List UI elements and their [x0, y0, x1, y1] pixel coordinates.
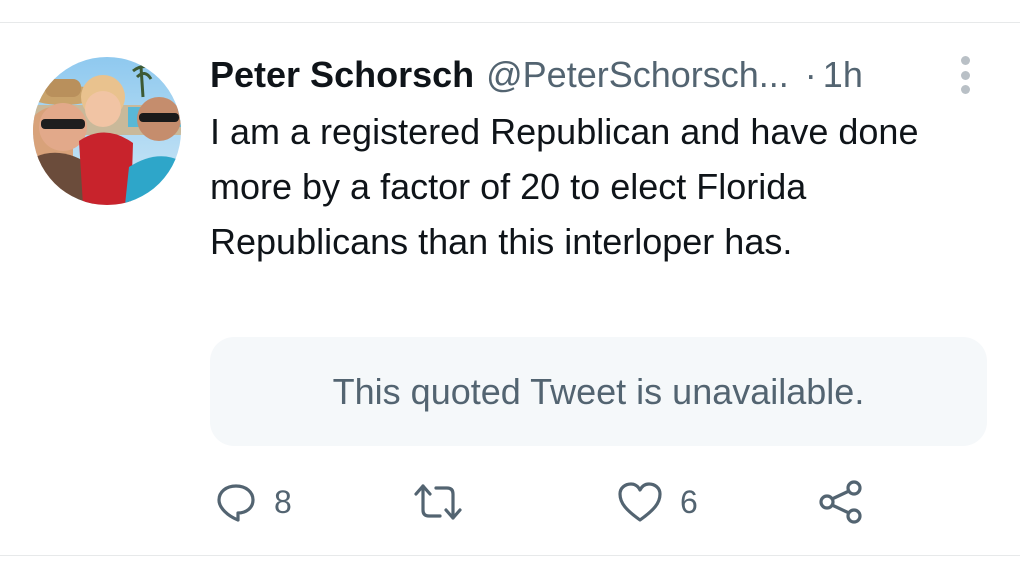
heart-icon [618, 482, 662, 522]
more-dot [960, 85, 970, 94]
display-name[interactable]: Peter Schorsch [210, 54, 474, 96]
more-dot [960, 70, 970, 80]
like-count: 6 [680, 483, 698, 520]
reply-count: 8 [274, 483, 292, 520]
bottom-divider [0, 555, 1020, 556]
timestamp[interactable]: 1h [823, 54, 863, 96]
more-dot [960, 56, 970, 65]
top-divider [0, 22, 1020, 23]
share-icon [819, 480, 862, 524]
reply-icon [217, 484, 255, 522]
more-vertical-icon[interactable] [950, 52, 980, 98]
retweet-button[interactable] [410, 470, 482, 534]
retweet-icon [414, 484, 462, 520]
reply-button[interactable]: 8 [214, 470, 292, 534]
quoted-tweet-unavailable-text: This quoted Tweet is unavailable. [332, 370, 865, 412]
separator-dot: · [804, 54, 817, 95]
user-handle[interactable]: @PeterSchorsch... [486, 54, 789, 96]
tweet-actions: 8 6 [0, 470, 1020, 534]
avatar[interactable] [33, 57, 181, 205]
tweet-header: Peter Schorsch @PeterSchorsch... · 1h [210, 50, 950, 100]
profile-photo [33, 57, 181, 205]
like-button[interactable]: 6 [616, 470, 698, 534]
tweet-text: I am a registered Republican and have do… [210, 111, 919, 262]
quoted-tweet-card[interactable]: This quoted Tweet is unavailable. [210, 337, 987, 446]
share-button[interactable] [818, 470, 864, 534]
